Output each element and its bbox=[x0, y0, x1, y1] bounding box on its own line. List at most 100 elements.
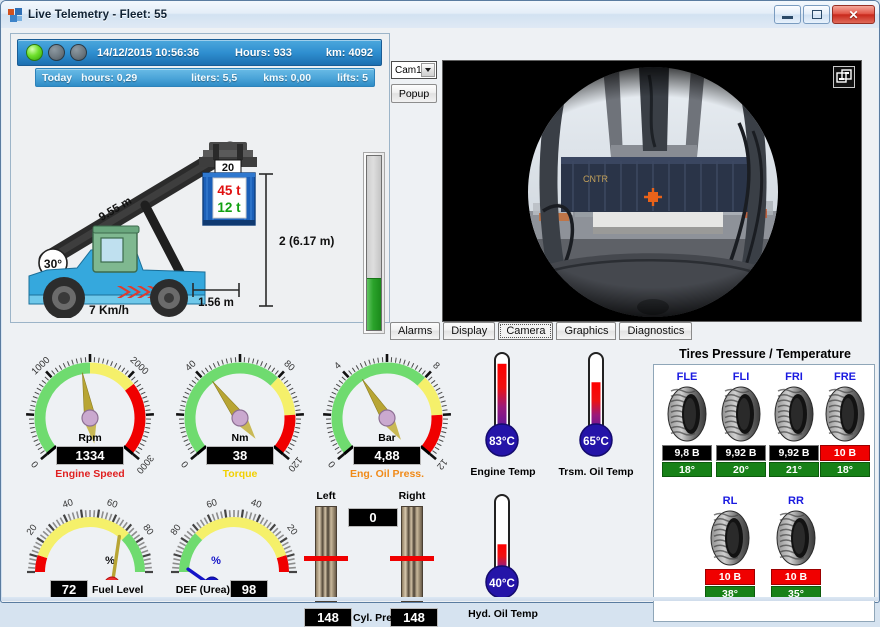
title-bar: Live Telemetry - Fleet: 55 ✕ bbox=[1, 1, 879, 28]
today-label: Today bbox=[42, 72, 72, 84]
tab-display[interactable]: Display bbox=[443, 322, 495, 340]
tire-RR-name: RR bbox=[771, 495, 821, 507]
tire-RR-icon bbox=[772, 509, 820, 567]
tire-FRI-name: FRI bbox=[769, 371, 819, 383]
svg-text:60: 60 bbox=[105, 497, 118, 511]
cyl-right-value: 148 bbox=[390, 608, 438, 627]
load-capacity-text: 45 t bbox=[217, 183, 241, 198]
load-indicator-fill bbox=[367, 278, 381, 330]
torque-unit: Nm bbox=[206, 432, 274, 444]
svg-text:65°C: 65°C bbox=[583, 436, 609, 448]
engine-oil-pressure-unit: Bar bbox=[353, 432, 421, 444]
camera-view[interactable]: CNTR bbox=[442, 60, 862, 322]
svg-text:0: 0 bbox=[300, 569, 302, 574]
tab-bar: Alarms Display Camera Graphics Diagnosti… bbox=[390, 322, 692, 340]
svg-text:60: 60 bbox=[205, 497, 218, 511]
height-text: 2 (6.17 m) bbox=[279, 234, 334, 248]
svg-text:0: 0 bbox=[326, 458, 338, 469]
today-kms-label: kms: 0,00 bbox=[263, 72, 311, 84]
snapshot-button[interactable] bbox=[833, 66, 855, 88]
close-icon: ✕ bbox=[848, 9, 858, 21]
engine-speed-value: 1334 bbox=[56, 446, 124, 465]
tire-FLE-icon bbox=[663, 385, 711, 443]
tire-FLE-temp: 18° bbox=[662, 462, 712, 477]
tire-FRI-temp: 21° bbox=[769, 462, 819, 477]
torque-value: 38 bbox=[206, 446, 274, 465]
lamp-1-icon bbox=[26, 44, 43, 61]
svg-text:83°C: 83°C bbox=[489, 436, 515, 448]
app-window: Live Telemetry - Fleet: 55 ✕ 14/12/2015 … bbox=[0, 0, 880, 603]
tab-diagnostics[interactable]: Diagnostics bbox=[619, 322, 692, 340]
svg-text:100: 100 bbox=[166, 564, 168, 580]
trsm-oil-temp-label: Trsm. Oil Temp bbox=[546, 466, 646, 478]
cyl-right-marker bbox=[390, 556, 434, 561]
svg-text:0: 0 bbox=[29, 458, 41, 469]
tire-RL-icon bbox=[706, 509, 754, 567]
svg-text:500: 500 bbox=[22, 406, 25, 422]
cyl-left-label: Left bbox=[306, 490, 346, 502]
load-indicator-bar bbox=[363, 152, 385, 334]
cyl-press-label: Cyl. Press bbox=[353, 612, 393, 624]
close-button[interactable]: ✕ bbox=[832, 5, 875, 24]
minimize-button[interactable] bbox=[774, 5, 801, 24]
svg-text:3000: 3000 bbox=[134, 452, 156, 474]
svg-text:4: 4 bbox=[332, 360, 343, 372]
tire-FRI: FRI 9,92 B 21° bbox=[769, 371, 819, 477]
tab-graphics[interactable]: Graphics bbox=[556, 322, 616, 340]
status-bar-bottom bbox=[2, 597, 878, 601]
svg-text:%: % bbox=[211, 555, 221, 567]
svg-text:12: 12 bbox=[434, 456, 449, 471]
tire-FLI-icon bbox=[717, 385, 765, 443]
svg-text:40°C: 40°C bbox=[489, 578, 515, 590]
tire-RR: RR 10 B 35° bbox=[771, 495, 821, 601]
svg-text:100: 100 bbox=[156, 564, 158, 580]
tire-FRI-pressure: 9,92 B bbox=[769, 445, 819, 461]
tire-FRE: FRE 10 B 18° bbox=[820, 371, 870, 477]
engine-temp-label: Engine Temp bbox=[458, 466, 548, 478]
tires-panel-title: Tires Pressure / Temperature bbox=[657, 347, 873, 361]
fuel-level-label: Fuel Level bbox=[92, 584, 156, 596]
camera-controls: Cam1 Popup bbox=[391, 61, 439, 103]
svg-text:40: 40 bbox=[61, 497, 74, 511]
tire-FRE-pressure: 10 B bbox=[820, 445, 870, 461]
cyl-left-value: 148 bbox=[304, 608, 352, 627]
chevron-down-icon[interactable] bbox=[421, 63, 435, 77]
thermometer-hyd-oil-temp: 40°C bbox=[474, 492, 530, 602]
camera-select[interactable]: Cam1 bbox=[391, 61, 437, 79]
torque-label: Torque bbox=[206, 468, 274, 480]
svg-text:80: 80 bbox=[140, 522, 155, 537]
reach-text: 1.56 m bbox=[198, 297, 234, 309]
def-urea-label: DEF (Urea) bbox=[160, 584, 230, 596]
cyl-right-column bbox=[401, 506, 423, 602]
camera-select-value: Cam1 bbox=[395, 65, 422, 76]
svg-text:80: 80 bbox=[169, 522, 184, 537]
tab-alarms[interactable]: Alarms bbox=[390, 322, 440, 340]
lamp-2-icon bbox=[48, 44, 65, 61]
today-hours-label: hours: 0,29 bbox=[81, 72, 137, 84]
tire-RL-pressure: 10 B bbox=[705, 569, 755, 585]
svg-text:0: 0 bbox=[179, 458, 191, 469]
svg-text:20: 20 bbox=[172, 408, 174, 419]
maximize-button[interactable] bbox=[803, 5, 830, 24]
gauge-fuel-level: 020406080100% bbox=[22, 492, 158, 580]
total-hours-label: Hours: 933 bbox=[235, 47, 292, 59]
thermometer-trsm-oil-temp: 65°C bbox=[568, 350, 624, 460]
svg-text:40: 40 bbox=[249, 497, 262, 511]
tire-FLE: FLE 9,8 B 18° bbox=[662, 371, 712, 477]
cyl-left-column bbox=[315, 506, 337, 602]
engine-oil-pressure-value: 4,88 bbox=[353, 446, 421, 465]
today-liters-label: liters: 5,5 bbox=[191, 72, 237, 84]
cyl-right-label: Right bbox=[392, 490, 432, 502]
gauge-def-urea: 020406080100% bbox=[166, 492, 302, 580]
svg-text:20: 20 bbox=[25, 522, 40, 537]
telemetry-status: 14/12/2015 10:56:36 Hours: 933 km: 4092 … bbox=[17, 39, 382, 87]
engine-oil-pressure-label: Eng. Oil Press. bbox=[341, 468, 433, 480]
status-lamps bbox=[26, 44, 87, 61]
status-row-primary: 14/12/2015 10:56:36 Hours: 933 km: 4092 bbox=[17, 39, 382, 66]
load-actual-text: 12 t bbox=[217, 200, 241, 215]
tire-FLE-name: FLE bbox=[662, 371, 712, 383]
hyd-oil-temp-label: Hyd. Oil Temp bbox=[458, 608, 548, 620]
popup-button[interactable]: Popup bbox=[391, 84, 437, 103]
tire-FLI-temp: 20° bbox=[716, 462, 766, 477]
tab-camera[interactable]: Camera bbox=[498, 322, 553, 340]
